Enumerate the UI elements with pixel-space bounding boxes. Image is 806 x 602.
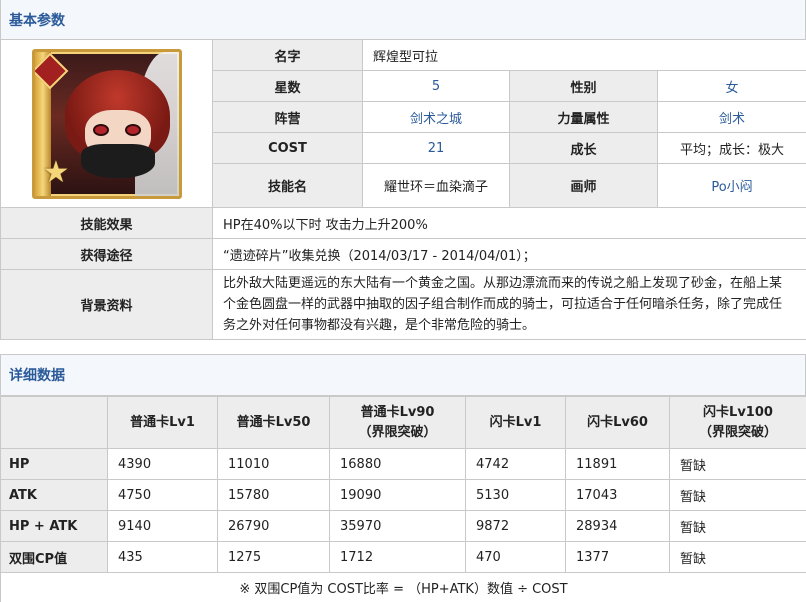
cost-value[interactable]: 21 xyxy=(362,132,510,164)
basic-params-table: ★ 名字 辉煌型可拉 星数 5 性别 女 阵营 剑术之城 力量属性 剑术 COS… xyxy=(0,39,806,340)
right-eye xyxy=(124,123,141,136)
growth-label: 成长 xyxy=(509,132,658,164)
detail-data-heading: 详细数据 xyxy=(0,354,806,396)
row-label-hp: HP xyxy=(0,448,108,480)
gender-value[interactable]: 女 xyxy=(656,70,806,102)
cell: 28934 xyxy=(565,510,670,542)
cost-label: COST xyxy=(212,132,363,164)
cell: 15780 xyxy=(217,479,330,511)
cp-formula-note: ※ 双围CP值为 COST比率 = （HP+ATK）数值 ÷ COST xyxy=(0,572,806,602)
cell: 暂缺 xyxy=(669,541,806,573)
cell: 暂缺 xyxy=(669,479,806,511)
left-eye xyxy=(92,123,109,136)
faction-value[interactable]: 剑术之城 xyxy=(362,101,510,133)
attribute-value[interactable]: 剑术 xyxy=(656,101,806,133)
col-shiny-lv100: 闪卡Lv100 （界限突破） xyxy=(669,396,806,449)
obtain-value: “遗迹碎片”收集兑换（2014/03/17 - 2014/04/01）； xyxy=(211,238,806,270)
artist-label: 画师 xyxy=(509,163,658,208)
row-label-atk: ATK xyxy=(0,479,108,511)
cell: 16880 xyxy=(329,448,466,480)
table-row: 双围CP值 435 1275 1712 470 1377 暂缺 xyxy=(0,541,806,573)
stars-value[interactable]: 5 xyxy=(362,70,510,102)
row-label-cp: 双围CP值 xyxy=(0,541,108,573)
col-shiny-lv60: 闪卡Lv60 xyxy=(565,396,670,449)
cell: 1712 xyxy=(329,541,466,573)
faction-label: 阵营 xyxy=(212,101,363,133)
cell: 暂缺 xyxy=(669,510,806,542)
table-row: HP 4390 11010 16880 4742 11891 暂缺 xyxy=(0,448,806,480)
growth-value: 平均；成长：极大 xyxy=(656,132,806,164)
cell: 4390 xyxy=(107,448,218,480)
obtain-label: 获得途径 xyxy=(0,238,213,270)
cell: 暂缺 xyxy=(669,448,806,480)
col-shiny-lv1: 闪卡Lv1 xyxy=(465,396,566,449)
cell: 4750 xyxy=(107,479,218,511)
col-normal-lv90: 普通卡Lv90 （界限突破） xyxy=(329,396,466,449)
row-label-hp-atk: HP + ATK xyxy=(0,510,108,542)
skill-value: 耀世环＝血染滴子 xyxy=(362,163,510,208)
effect-value: HP在40%以下时 攻击力上升200% xyxy=(211,207,806,239)
skill-label: 技能名 xyxy=(212,163,363,208)
cell: 4742 xyxy=(465,448,566,480)
stats-table: 普通卡Lv1 普通卡Lv50 普通卡Lv90 （界限突破） 闪卡Lv1 闪卡Lv6… xyxy=(0,396,806,602)
basic-params-heading: 基本参数 xyxy=(0,0,806,40)
cell: 19090 xyxy=(329,479,466,511)
col-shiny-lv100-sub: （界限突破） xyxy=(698,424,777,440)
stats-corner-cell xyxy=(0,396,108,449)
col-normal-lv1: 普通卡Lv1 xyxy=(107,396,218,449)
name-value: 辉煌型可拉 xyxy=(361,39,806,71)
effect-label: 技能效果 xyxy=(0,207,213,239)
portrait-cell: ★ xyxy=(0,39,213,208)
artist-value[interactable]: Po小闷 xyxy=(656,163,806,208)
cell: 9872 xyxy=(465,510,566,542)
cell: 470 xyxy=(465,541,566,573)
col-normal-lv50: 普通卡Lv50 xyxy=(217,396,330,449)
table-row: HP + ATK 9140 26790 35970 9872 28934 暂缺 xyxy=(0,510,806,542)
gender-label: 性别 xyxy=(509,70,658,102)
cell: 1377 xyxy=(565,541,670,573)
background-label: 背景资料 xyxy=(0,269,213,340)
background-value: 比外敌大陆更遥远的东大陆有一个黄金之国。从那边漂流而来的传说之船上发现了砂金，在… xyxy=(211,269,806,340)
stars-label: 星数 xyxy=(212,70,363,102)
name-label: 名字 xyxy=(212,39,363,71)
detail-data-title: 详细数据 xyxy=(9,368,65,384)
cell: 1275 xyxy=(217,541,330,573)
character-portrait: ★ xyxy=(31,48,182,199)
cell: 26790 xyxy=(217,510,330,542)
col-normal-lv90-title: 普通卡Lv90 xyxy=(360,404,435,420)
col-normal-lv90-sub: （界限突破） xyxy=(358,424,437,440)
basic-params-title: 基本参数 xyxy=(9,12,65,29)
cell: 11010 xyxy=(217,448,330,480)
cell: 35970 xyxy=(329,510,466,542)
attribute-label: 力量属性 xyxy=(509,101,658,133)
cell: 11891 xyxy=(565,448,670,480)
rarity-star-icon: ★ xyxy=(42,154,70,190)
cell: 17043 xyxy=(565,479,670,511)
table-row: ATK 4750 15780 19090 5130 17043 暂缺 xyxy=(0,479,806,511)
mask-shape xyxy=(80,143,155,178)
col-shiny-lv100-title: 闪卡Lv100 xyxy=(703,404,773,420)
cell: 9140 xyxy=(107,510,218,542)
cell: 5130 xyxy=(465,479,566,511)
cell: 435 xyxy=(107,541,218,573)
